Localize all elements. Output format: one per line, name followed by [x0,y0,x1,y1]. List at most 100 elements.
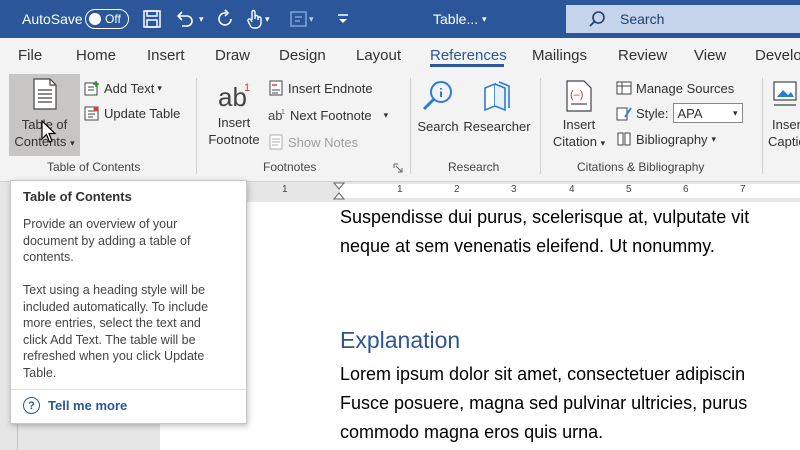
tab-review[interactable]: Review [618,38,667,72]
autosave-state: Off [105,12,121,26]
tab-insert[interactable]: Insert [147,38,185,72]
paragraph-line[interactable]: commodo magna eros quis urna. [340,422,603,443]
save-icon[interactable] [142,0,162,38]
ruler-tick-label: 4 [569,184,575,195]
search-box[interactable]: Search [566,5,800,33]
tooltip-title: Table of Contents [23,189,132,204]
group-separator [540,78,541,174]
bibliography-button[interactable]: Bibliography ▾ [616,129,716,149]
update-table-button[interactable]: Update Table [84,103,180,123]
tell-me-more-label: Tell me more [48,398,128,413]
table-of-contents-tooltip: Table of Contents Provide an overview of… [10,180,247,424]
insert-endnote-label: Insert Endnote [288,80,373,96]
manage-sources-label: Manage Sources [636,80,735,96]
tooltip-text-line: Text using a heading style will be [23,283,206,297]
insert-citation-line2: Citation [552,134,597,149]
manage-sources-button[interactable]: Manage Sources [616,78,734,98]
redo-icon[interactable] [216,0,236,38]
chevron-down-icon[interactable]: ▾ [384,110,389,121]
paragraph-line[interactable]: Fusce posuere, magna sed pulvinar ultric… [340,393,747,414]
style-label: Style: [636,105,669,121]
researcher-button-label: Researcher [463,119,531,134]
tab-design[interactable]: Design [279,38,326,72]
title-dropdown-icon[interactable]: ▾ [482,0,487,38]
tooltip-text-line: more entries, select the text and [23,316,201,330]
insert-caption-line2: Captio [768,134,800,149]
chevron-down-icon: ▾ [70,138,75,148]
format-dropdown-icon[interactable]: ▾ [309,0,314,38]
update-table-icon [84,105,100,121]
mouse-cursor-icon [41,120,57,144]
insert-caption-icon [772,80,800,110]
undo-icon[interactable] [174,0,196,38]
search-button-label: Search [417,119,459,134]
next-footnote-icon: ab 1 [268,107,286,123]
footnotes-dialog-launcher-icon[interactable] [393,163,403,173]
tab-layout[interactable]: Layout [356,38,401,72]
research-group-label: Research [448,160,500,174]
undo-dropdown-icon[interactable]: ▾ [199,0,204,38]
ruler-tick-label: 1 [397,184,403,195]
tooltip-text-line: document by adding a table of [23,233,191,248]
active-tab-indicator [430,64,504,67]
group-separator [410,78,411,174]
footnotes-group-label: Footnotes [263,160,317,174]
svg-text:(–): (–) [570,89,583,101]
group-separator [762,78,763,174]
tell-me-more-link[interactable]: ? Tell me more [23,397,127,414]
document-title[interactable]: Table... [433,0,478,38]
smart-lookup-icon [414,80,462,112]
paragraph-line[interactable]: Suspendisse dui purus, scelerisque at, v… [340,207,749,228]
paragraph-line[interactable]: Lorem ipsum dolor sit amet, consectetuer… [340,364,745,385]
insert-footnote-line1: Insert [217,115,251,130]
chevron-down-icon: ▾ [600,138,606,148]
tab-draw[interactable]: Draw [215,38,250,72]
ruler-tick-label: 1 [282,184,288,195]
insert-footnote-line2: Footnote [208,132,260,147]
insert-endnote-icon [268,80,284,96]
insert-citation-icon: (–) [548,80,610,112]
touch-dropdown-icon[interactable]: ▾ [265,0,270,38]
autosave-toggle[interactable]: Off [85,9,129,29]
bibliography-icon [616,131,632,147]
update-table-label: Update Table [104,105,181,121]
ribbon-tabs: File Home Insert Draw Design Layout Refe… [0,38,800,72]
tab-home[interactable]: Home [76,38,116,72]
customize-toolbar-icon[interactable] [336,0,350,38]
svg-text:ab: ab [218,82,247,110]
style-select[interactable]: APA ▾ [672,103,743,123]
format-icon[interactable] [289,0,309,38]
add-text-label: Add Text [104,80,155,96]
add-text-button[interactable]: Add Text ▾ [84,78,162,98]
tab-view[interactable]: View [694,38,726,72]
show-notes-icon [268,134,284,150]
tab-file[interactable]: File [18,38,42,72]
bibliography-label: Bibliography [636,131,708,147]
ruler-tick-label: 5 [626,184,632,195]
researcher-button[interactable]: Researcher [463,80,531,135]
tab-mailings[interactable]: Mailings [532,38,587,72]
paragraph-line[interactable]: neque at sem venenatis eleifend. Ut nonu… [340,236,715,257]
document-heading[interactable]: Explanation [340,327,460,354]
toc-group-label: Table of Contents [47,160,141,174]
insert-endnote-button[interactable]: Insert Endnote [268,78,373,98]
search-button[interactable]: Search [414,80,462,135]
ruler-indent-marker-icon[interactable] [333,182,345,202]
citations-group-label: Citations & Bibliography [577,160,705,174]
insert-footnote-button[interactable]: ab 1 Insert Footnote [203,80,265,148]
svg-text:1: 1 [244,82,250,94]
chevron-down-icon: ▾ [732,107,738,118]
citation-style-control: Style: APA ▾ [616,103,743,123]
insert-citation-button[interactable]: (–) Insert Citation ▾ [548,80,610,152]
tooltip-text-line: contents. [23,250,74,264]
show-notes-button[interactable]: Show Notes [268,132,358,152]
tab-developer[interactable]: Develo [755,38,800,72]
tooltip-description: Provide an overview of your document by … [23,216,238,266]
next-footnote-button[interactable]: ab 1 Next Footnote ▾ [268,105,388,125]
tooltip-text-line: Table. [23,365,57,380]
insert-caption-button[interactable]: Inser Captio [766,80,800,150]
chevron-down-icon: ▾ [711,133,717,144]
tooltip-text-line: included automatically. To include [23,299,209,314]
touch-mode-icon[interactable] [246,0,264,38]
tooltip-text-line: refreshed when you click Update [23,349,205,363]
